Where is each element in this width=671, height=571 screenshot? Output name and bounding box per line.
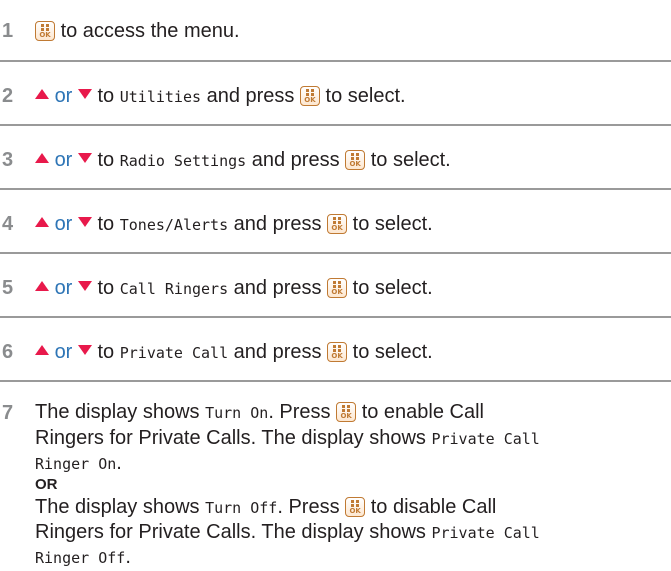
separator xyxy=(0,188,671,190)
menu-ok-button-icon: OK xyxy=(345,150,366,170)
or-separator: OR xyxy=(35,476,58,493)
down-arrow-icon xyxy=(77,89,92,99)
down-arrow-icon xyxy=(77,281,92,291)
menu-ok-button-icon: OK xyxy=(35,21,55,41)
menu-ok-button-icon: OK xyxy=(327,214,348,234)
display-text: Radio Settings xyxy=(119,152,247,170)
down-arrow-icon xyxy=(77,153,92,163)
up-arrow-icon xyxy=(35,153,49,163)
step-number: 6 xyxy=(2,341,14,363)
display-text: Private Call xyxy=(431,524,540,542)
display-text: Ringer Off xyxy=(35,549,126,567)
step-number: 5 xyxy=(2,277,14,299)
display-text: Turn On xyxy=(205,404,269,422)
step-number: 3 xyxy=(2,149,14,171)
step-text: The display shows Turn On. Press OK to e… xyxy=(35,401,484,423)
step-number: 1 xyxy=(2,20,14,42)
step-text: or to Utilities and press OK to select. xyxy=(35,84,406,110)
menu-ok-button-icon: OK xyxy=(345,497,366,517)
step-text: or to Tones/Alerts and press OK to selec… xyxy=(35,212,433,238)
step-text: Ringers for Private Calls. The display s… xyxy=(35,427,540,449)
menu-ok-button-icon: OK xyxy=(299,86,320,106)
menu-ok-button-icon: OK xyxy=(327,278,348,298)
display-text: Call Ringers xyxy=(119,280,229,298)
up-arrow-icon xyxy=(35,89,49,99)
step-text: Ringers for Private Calls. The display s… xyxy=(35,521,540,543)
down-arrow-icon xyxy=(77,217,92,227)
step-text: or to Private Call and press OK to selec… xyxy=(35,340,433,366)
separator xyxy=(0,252,671,254)
separator xyxy=(0,316,671,318)
step-number: 2 xyxy=(2,85,14,107)
display-text: Private Call xyxy=(119,344,229,362)
step-text: The display shows Turn Off. Press OK to … xyxy=(35,496,497,518)
display-text: Utilities xyxy=(119,88,202,106)
step-text: or to Radio Settings and press OK to sel… xyxy=(35,148,451,174)
step-text: OK to access the menu. xyxy=(35,19,240,44)
up-arrow-icon xyxy=(35,217,49,227)
display-text: Tones/Alerts xyxy=(119,216,229,234)
display-text: Ringer On xyxy=(35,455,117,473)
display-text: Private Call xyxy=(431,430,540,448)
up-arrow-icon xyxy=(35,345,49,355)
separator xyxy=(0,60,671,62)
step-text: or to Call Ringers and press OK to selec… xyxy=(35,276,433,302)
step-text: Ringer Off. xyxy=(35,546,131,568)
up-arrow-icon xyxy=(35,281,49,291)
display-text: Turn Off xyxy=(205,499,278,517)
menu-ok-button-icon: OK xyxy=(327,342,348,362)
menu-ok-button-icon: OK xyxy=(336,402,357,422)
separator xyxy=(0,380,671,382)
down-arrow-icon xyxy=(77,345,92,355)
separator xyxy=(0,124,671,126)
step-number: 7 xyxy=(2,402,14,424)
step-number: 4 xyxy=(2,213,14,235)
